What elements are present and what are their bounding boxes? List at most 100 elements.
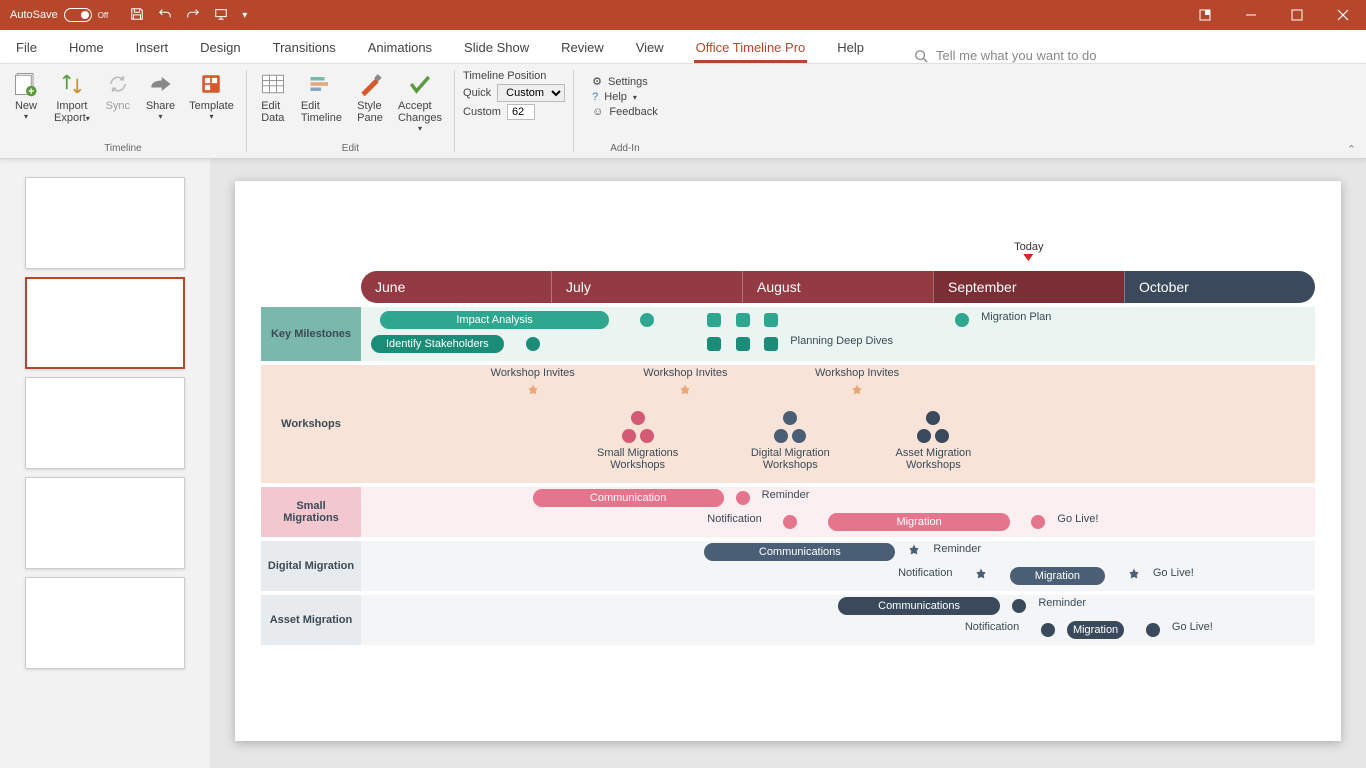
template-button[interactable]: Template▾ [185,68,238,123]
tab-home[interactable]: Home [67,34,106,63]
swimlane-label-asset-migration: Asset Migration [261,595,361,645]
tab-office-timeline-pro[interactable]: Office Timeline Pro [694,34,808,63]
task-bar: Migration [828,513,1009,531]
redo-icon[interactable] [186,7,200,24]
task-bar: Identify Stakeholders [371,335,505,353]
chart-text: Digital Migration Workshops [751,447,830,471]
milestone-star-icon [677,383,693,399]
chart-text: Planning Deep Dives [790,335,893,347]
settings-button[interactable]: ⚙Settings [592,75,658,88]
task-bar: Communications [838,597,1000,615]
swimlane-label-workshops: Workshops [261,365,361,483]
tab-design[interactable]: Design [198,34,242,63]
autosave-toggle[interactable]: AutoSave Off [10,8,108,22]
qat-more-icon[interactable]: ▾ [242,10,247,21]
present-icon[interactable] [214,7,228,24]
group-label-timeline: Timeline [104,143,141,156]
month-october: October [1124,271,1315,303]
milestone-square [707,337,721,351]
chart-text: Notification [965,621,1019,633]
slide-thumb-1[interactable] [25,177,185,269]
chart-text: Go Live! [1172,621,1213,633]
save-icon[interactable] [130,7,144,24]
milestone-star-icon [973,567,989,583]
milestone-star-icon [525,383,541,399]
sync-button[interactable]: Sync [100,68,136,114]
tell-me-search[interactable]: Tell me what you want to do [914,48,1096,63]
chart-text: Go Live! [1153,567,1194,579]
task-bar: Migration [1067,621,1124,639]
slide-thumb-3[interactable] [25,377,185,469]
title-bar: AutoSave Off ▾ [0,0,1366,30]
tab-view[interactable]: View [634,34,666,63]
group-label-addin: Add-In [610,143,639,156]
accept-changes-button[interactable]: Accept Changes▾ [394,68,446,135]
milestone-star-icon [1126,567,1142,583]
gear-icon: ⚙ [592,75,602,88]
milestone-dot [783,515,797,529]
month-august: August [742,271,933,303]
chart-text: Reminder [1038,597,1086,609]
milestone-dot [1146,623,1160,637]
collapse-ribbon-icon[interactable]: ⌃ [1347,143,1356,156]
swimlane-digital-migration: CommunicationsReminderNotificationMigrat… [361,541,1315,591]
milestone-star-icon [906,543,922,559]
chart-text: Migration Plan [981,311,1051,323]
chart-text: Notification [707,513,761,525]
import-export-button[interactable]: Import Export▾ [50,68,94,126]
slide-thumb-5[interactable] [25,577,185,669]
slide-thumb-4[interactable] [25,477,185,569]
close-button[interactable] [1320,0,1366,30]
chart-text: Go Live! [1057,513,1098,525]
month-september: September [933,271,1124,303]
milestone-star-icon [849,383,865,399]
edit-data-button[interactable]: Edit Data [255,68,291,126]
milestone-square [736,313,750,327]
maximize-button[interactable] [1274,0,1320,30]
task-bar: Communications [704,543,895,561]
minimize-button[interactable] [1228,0,1274,30]
tab-help[interactable]: Help [835,34,866,63]
swimlane-label-small-migrations: Small Migrations [261,487,361,537]
tab-transitions[interactable]: Transitions [271,34,338,63]
milestone-dot [526,337,540,351]
swimlane-key-milestones: Impact AnalysisIdentify StakeholdersPlan… [361,307,1315,361]
tab-insert[interactable]: Insert [134,34,171,63]
tab-review[interactable]: Review [559,34,606,63]
new-button[interactable]: New▾ [8,68,44,123]
month-july: July [551,271,742,303]
slide-thumb-2[interactable] [25,277,185,369]
position-custom-input[interactable] [507,104,535,120]
task-bar: Communication [533,489,724,507]
milestone-cluster [622,411,654,443]
ribbon: New▾ Import Export▾ Sync Share▾ Template… [0,64,1366,159]
slide-thumbnails [0,159,210,768]
tab-file[interactable]: File [14,34,39,63]
month-header: JuneJulyAugustSeptemberOctober [361,271,1315,303]
quick-access-toolbar: ▾ [130,7,247,24]
chart-text: Reminder [933,543,981,555]
swimlane-asset-migration: Communications Reminder Notification Migrat… [361,595,1315,645]
undo-icon[interactable] [158,7,172,24]
help-icon: ? [592,91,598,103]
timeline-position-group: Timeline Position Quick Custom Custom [455,64,573,158]
ribbon-display-icon[interactable] [1182,0,1228,30]
milestone-square [707,313,721,327]
edit-timeline-button[interactable]: Edit Timeline [297,68,346,126]
task-bar: Migration [1010,567,1105,585]
tab-slide-show[interactable]: Slide Show [462,34,531,63]
swimlane-label-digital-migration: Digital Migration [261,541,361,591]
style-pane-button[interactable]: Style Pane [352,68,388,126]
milestone-cluster [774,411,806,443]
feedback-button[interactable]: ☺Feedback [592,106,658,118]
swimlane-workshops: Workshop InvitesWorkshop InvitesWorkshop… [361,365,1315,483]
slide-canvas[interactable]: TodayJuneJulyAugustSeptemberOctoberKey M… [235,181,1341,741]
milestone-square [736,337,750,351]
share-button[interactable]: Share▾ [142,68,179,123]
help-button[interactable]: ?Help▾ [592,91,658,103]
swimlane-label-key-milestones: Key Milestones [261,307,361,361]
position-quick-select[interactable]: Custom [497,84,565,102]
group-label-edit: Edit [342,143,359,156]
tab-animations[interactable]: Animations [366,34,434,63]
milestone-cluster [917,411,949,443]
